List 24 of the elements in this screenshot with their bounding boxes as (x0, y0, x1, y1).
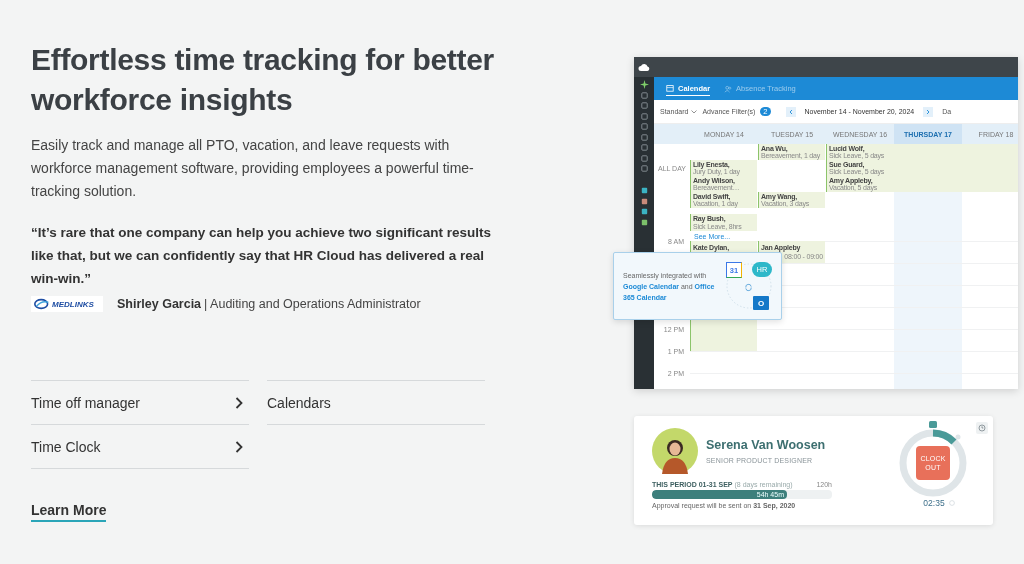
feature-link[interactable]: Time Clock (31, 424, 249, 469)
info-icon (949, 500, 955, 506)
sync-icon (744, 283, 753, 292)
feature-link[interactable]: Time off manager (31, 380, 249, 425)
description-text: Easily track and manage all PTO, vacation, and leave requests with workforce management software, providing employees a powerful time-tracking solution. (31, 136, 475, 201)
timer-text: 02:35 (923, 498, 945, 508)
caret-icon (691, 109, 698, 114)
employee-name: Serena Van Woosen (706, 438, 826, 452)
author-role: | Auditing and Operations Administrator (204, 297, 421, 311)
author-name: Shirley Garcia (117, 297, 202, 311)
calendar-icon (666, 84, 674, 92)
company-logo: MEDLINKS (31, 296, 103, 312)
learn-more-link[interactable]: Learn More (31, 502, 107, 522)
next-week-button[interactable] (923, 106, 934, 117)
testimonial-quote: “It’s rare that one company can help you achieve two significant results like that, but we can confidently say that HR Cloud has delivered a real win-win.” (31, 224, 493, 288)
avatar (652, 428, 698, 474)
previous-week-button[interactable] (785, 106, 796, 117)
page-heading: Effortless time tracking for better workforce insights (31, 42, 495, 118)
outlook-icon: O (753, 296, 769, 310)
history-icon[interactable] (976, 422, 988, 434)
feature-link[interactable]: Calendars (267, 380, 485, 425)
app-logo-icon (639, 80, 649, 89)
people-icon (724, 84, 733, 93)
cloud-logo-icon (638, 62, 650, 72)
